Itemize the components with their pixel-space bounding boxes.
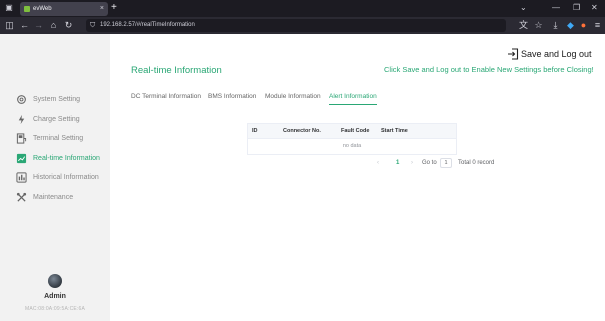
tab-bms-information[interactable]: BMS Information — [208, 92, 256, 102]
prev-page-button[interactable]: ‹ — [377, 159, 379, 168]
sidebar-item-label: System Setting — [33, 96, 81, 103]
sidebar: System Setting Charge Setting Terminal S… — [0, 34, 110, 321]
favicon-icon — [24, 6, 30, 12]
table-header: ID Connector No. Fault Code Start Time — [248, 124, 456, 139]
tab-module-information[interactable]: Module Information — [265, 92, 321, 102]
logout-icon — [508, 48, 519, 60]
sidebar-toggle-icon[interactable]: ◫ — [4, 20, 15, 31]
page-title: Real-time Information — [131, 65, 222, 76]
save-notice: Click Save and Log out to Enable New Set… — [384, 65, 594, 74]
tools-icon — [16, 192, 27, 202]
user-name: Admin — [44, 293, 66, 300]
column-header: Fault Code — [341, 128, 370, 134]
sidebar-item-charge-setting[interactable]: Charge Setting — [0, 111, 110, 129]
main-content: Save and Log out Real-time Information C… — [110, 34, 605, 321]
save-logout-label: Save and Log out — [521, 49, 592, 59]
avatar[interactable] — [48, 274, 62, 288]
url-text: 192.168.2.57/#/realTimeInformation — [100, 22, 195, 28]
gear-icon — [17, 95, 26, 104]
forward-icon[interactable]: → — [33, 20, 44, 31]
list-all-tabs-icon[interactable]: ⌄ — [520, 3, 527, 13]
address-bar[interactable]: ⛉ 192.168.2.57/#/realTimeInformation — [86, 19, 506, 32]
menu-icon[interactable]: ≡ — [592, 20, 603, 31]
sidebar-item-label: Historical Information — [33, 174, 99, 181]
bookmark-star-icon[interactable]: ☆ — [533, 20, 544, 31]
tab-alert-information[interactable]: Alert Information — [329, 92, 377, 105]
tab-list-icon[interactable]: ▣ — [4, 3, 14, 13]
column-header: Start Time — [381, 128, 408, 134]
tab-title: evWeb — [33, 6, 52, 12]
table-body: no data — [248, 139, 456, 154]
sidebar-item-label: Maintenance — [33, 193, 74, 201]
account-icon[interactable]: ● — [578, 20, 589, 31]
minimize-icon[interactable]: — — [552, 3, 560, 13]
restore-icon[interactable]: ❐ — [573, 3, 580, 13]
next-page-button[interactable]: › — [411, 159, 413, 168]
terminal-icon — [16, 133, 27, 144]
back-icon[interactable]: ← — [19, 20, 30, 31]
mac-address: MAC:08:0A:09:5A:CE:6A — [24, 306, 86, 312]
total-records: Total 0 record — [458, 160, 495, 166]
sidebar-item-historical-information[interactable]: Historical Information — [0, 169, 110, 187]
empty-state-text: no data — [342, 143, 362, 149]
column-header: ID — [252, 128, 258, 134]
browser-tab-bar: ▣ evWeb × + ⌄ — ❐ ✕ — [0, 0, 605, 17]
new-tab-button[interactable]: + — [111, 2, 117, 14]
goto-label: Go to — [422, 160, 437, 166]
sidebar-item-realtime-information[interactable]: Real-time Information — [0, 150, 110, 168]
sidebar-item-label: Charge Setting — [33, 115, 80, 123]
charge-icon — [18, 114, 25, 124]
sidebar-item-terminal-setting[interactable]: Terminal Setting — [0, 130, 110, 148]
sidebar-item-label: Terminal Setting — [33, 135, 84, 142]
translate-icon[interactable]: 文 — [518, 20, 529, 31]
alert-table: ID Connector No. Fault Code Start Time n… — [247, 123, 457, 155]
goto-page-input[interactable]: 1 — [440, 158, 452, 168]
reload-icon[interactable]: ↻ — [63, 20, 74, 31]
extension-icon[interactable]: ◆ — [565, 20, 576, 31]
close-tab-icon[interactable]: × — [100, 4, 104, 14]
shield-icon: ⛉ — [90, 22, 96, 29]
current-page[interactable]: 1 — [396, 159, 399, 168]
browser-tab[interactable]: evWeb × — [20, 2, 108, 16]
sidebar-item-maintenance[interactable]: Maintenance — [0, 189, 110, 207]
app: System Setting Charge Setting Terminal S… — [0, 34, 605, 321]
sidebar-item-label: Real-time Information — [33, 154, 100, 162]
history-icon — [16, 172, 27, 183]
sidebar-item-system-setting[interactable]: System Setting — [0, 91, 110, 109]
browser-nav-bar: ◫ ← → ⌂ ↻ ⛉ 192.168.2.57/#/realTimeInfor… — [0, 17, 605, 34]
close-window-icon[interactable]: ✕ — [591, 3, 598, 13]
home-icon[interactable]: ⌂ — [48, 20, 59, 31]
column-header: Connector No. — [283, 128, 321, 134]
tab-dc-terminal-information[interactable]: DC Terminal Information — [131, 92, 201, 102]
download-icon[interactable]: ⤓ — [550, 20, 561, 31]
realtime-icon — [16, 153, 27, 163]
